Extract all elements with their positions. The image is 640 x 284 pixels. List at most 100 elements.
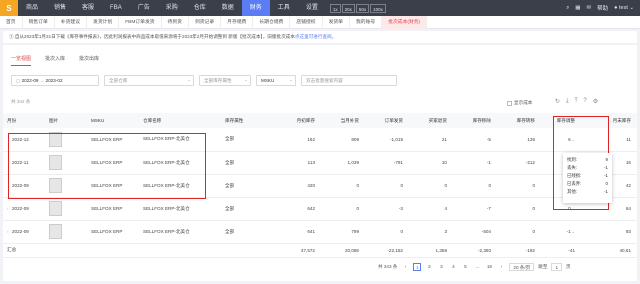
nav-item-tools[interactable]: 工具 [270, 0, 298, 16]
warehouse-select[interactable]: 全部仓库 [104, 75, 194, 86]
zoom-20x[interactable]: 20x [341, 3, 355, 13]
page-ellipsis[interactable]: ... [473, 263, 481, 271]
goto-suffix: 页 [566, 264, 571, 269]
nav-item-settings[interactable]: 设置 [298, 0, 326, 16]
refresh-icon[interactable]: ↻ [555, 98, 560, 105]
download-icon[interactable]: ⤓ [566, 98, 569, 105]
table-row[interactable]: › 2022-09 SELLFOX ERP SELLFOX ERP-北美仓 全部 642 0… [3, 197, 637, 221]
nav-item-service[interactable]: 客服 [74, 0, 102, 16]
table-row[interactable]: › 2022-09 SELLFOX ERP SELLFOX ERP-北美仓 全部 641 7… [3, 220, 637, 244]
page-5[interactable]: 5 [461, 263, 469, 271]
tab-store-auth[interactable]: 店铺授权 [290, 15, 323, 29]
prev-page-button[interactable]: ‹ [401, 263, 409, 271]
tab-batch-cost[interactable]: 批次成本(财务) [382, 15, 428, 29]
date-range-picker[interactable]: ▢ 2022-09 → 2023-02 [11, 75, 99, 86]
nav-item-products[interactable]: 商品 [18, 0, 46, 16]
msku-cell: SELLFOX ERP [87, 197, 139, 221]
page-4[interactable]: 4 [449, 263, 457, 271]
value-cell: 809 [321, 128, 365, 152]
user-name: test [618, 5, 628, 11]
search-icon[interactable]: ⌕ [566, 5, 569, 12]
col-month: 月份 [3, 113, 45, 128]
record-count: 共 342 条 [11, 99, 31, 104]
nav-item-warehouse[interactable]: 仓库 [186, 0, 214, 16]
page-3[interactable]: 3 [437, 263, 445, 271]
adjustment-cell[interactable]: 6⌄ [541, 128, 581, 152]
chevron-down-icon[interactable]: ⌄ [572, 137, 575, 142]
nav-item-ads[interactable]: 广告 [130, 0, 158, 16]
zoom-1x[interactable]: 1x [329, 3, 341, 13]
zoom-100x[interactable]: 100x [370, 3, 386, 13]
table-row[interactable]: 2022-12 SELLFOX ERP SELLFOX ERP-北美仓 全部 162 80… [3, 128, 637, 152]
help-link[interactable]: 帮助 [597, 4, 608, 12]
month-cell: › 2022-09 [3, 197, 45, 221]
tab-monthly-storage[interactable]: 月存储费 [221, 15, 254, 29]
col-order-shipped: 订单发货 [365, 113, 409, 128]
page-1[interactable]: 1 [413, 263, 422, 271]
help-icon[interactable]: ? [583, 98, 586, 105]
subtab-batch-in[interactable]: 批次入库 [45, 55, 65, 66]
product-thumbnail[interactable] [49, 178, 62, 193]
page-last[interactable]: 18 [485, 263, 493, 271]
chevron-down-icon[interactable]: ⌄ [572, 229, 575, 234]
popup-value: 0 [605, 181, 608, 186]
user-menu[interactable]: ● test ⌄ [614, 5, 634, 11]
popup-key: 找到: [567, 157, 578, 162]
tab-home[interactable]: 首页 [0, 15, 23, 29]
zoom-50x[interactable]: 50x [355, 3, 370, 13]
top-navigation: S 商品 销售 客服 FBA 广告 采购 仓库 数据 财务 工具 设置 1x 2… [0, 0, 640, 16]
nav-item-sales[interactable]: 销售 [46, 0, 74, 16]
value-cell: 11 [581, 128, 637, 152]
adjustment-cell[interactable]: -1⌄ [541, 220, 581, 244]
grid-icon[interactable]: ▦ [575, 5, 580, 11]
tab-sales-orders[interactable]: 销售订单 [23, 15, 55, 29]
chevron-down-icon[interactable]: ⌄ [572, 206, 575, 211]
tab-shipping-plan[interactable]: 发货计划 [87, 15, 120, 29]
tab-long-term-storage[interactable]: 长期仓储费 [253, 15, 291, 29]
value-cell: -7 [453, 197, 497, 221]
value-cell: 3 [409, 220, 453, 244]
product-thumbnail[interactable] [49, 201, 62, 216]
product-thumbnail[interactable] [49, 155, 62, 170]
tab-my-account[interactable]: 我的账号 [350, 15, 383, 29]
total-value: 40,61 [581, 243, 637, 258]
mail-icon[interactable]: ✉ [587, 5, 592, 11]
tab-fbm-orders[interactable]: FBM订单发货 [119, 15, 162, 29]
app-logo[interactable]: S [0, 0, 18, 16]
table-tools: ↻ ⤓ ⤒ ? ⚙ [555, 98, 598, 105]
value-cell: 0 [409, 174, 453, 198]
date-separator: → [39, 78, 45, 83]
page-2[interactable]: 2 [425, 263, 433, 271]
page-size-select[interactable]: 20 条/页 [509, 263, 535, 271]
nav-item-data[interactable]: 数据 [214, 0, 242, 16]
search-type-select[interactable]: MSKU [256, 75, 296, 86]
subtab-overview[interactable]: 一览视图 [11, 55, 32, 66]
month-value: 2022-09 [12, 183, 29, 188]
value-cell: 162 [277, 128, 321, 152]
notice-link[interactable]: 点这里可进行查阅。 [295, 34, 336, 39]
nav-item-purchase[interactable]: 采购 [158, 0, 186, 16]
upload-icon[interactable]: ⤒ [575, 98, 578, 105]
table-row[interactable]: 2022-09 SELLFOX ERP SELLFOX ERP-北美仓 全部 420 0 0… [3, 174, 637, 198]
tab-shipments[interactable]: 发货单 [323, 15, 350, 29]
product-thumbnail[interactable] [49, 224, 62, 239]
popup-value: -1 [604, 189, 608, 194]
value-cell: 799 [321, 220, 365, 244]
checkbox-box [507, 100, 512, 106]
month-value: 2022-09 [12, 229, 29, 234]
subtab-batch-out[interactable]: 批次出库 [79, 55, 99, 66]
tab-arrival-records[interactable]: 到货记录 [189, 15, 222, 29]
tab-restock[interactable]: 补货建议 [55, 15, 88, 29]
goto-input[interactable]: 1 [551, 263, 563, 271]
column-settings-icon[interactable]: ⚙ [593, 98, 598, 105]
attribute-select[interactable]: 全部库存属性 [199, 75, 251, 86]
nav-item-fba[interactable]: FBA [102, 0, 130, 16]
search-type-value: MSKU [261, 78, 275, 83]
table-row[interactable]: 2022-11 SELLFOX ERP SELLFOX ERP-北美仓 全部 113 1,… [3, 151, 637, 175]
product-thumbnail[interactable] [49, 131, 62, 147]
search-input[interactable]: 双击批量搜索内容 [301, 75, 397, 86]
next-page-button[interactable]: › [497, 263, 505, 271]
nav-item-finance[interactable]: 财务 [241, 0, 270, 16]
tab-pending-arrival[interactable]: 待到货 [162, 15, 189, 29]
show-cost-checkbox[interactable]: 显示成本 [507, 100, 532, 106]
